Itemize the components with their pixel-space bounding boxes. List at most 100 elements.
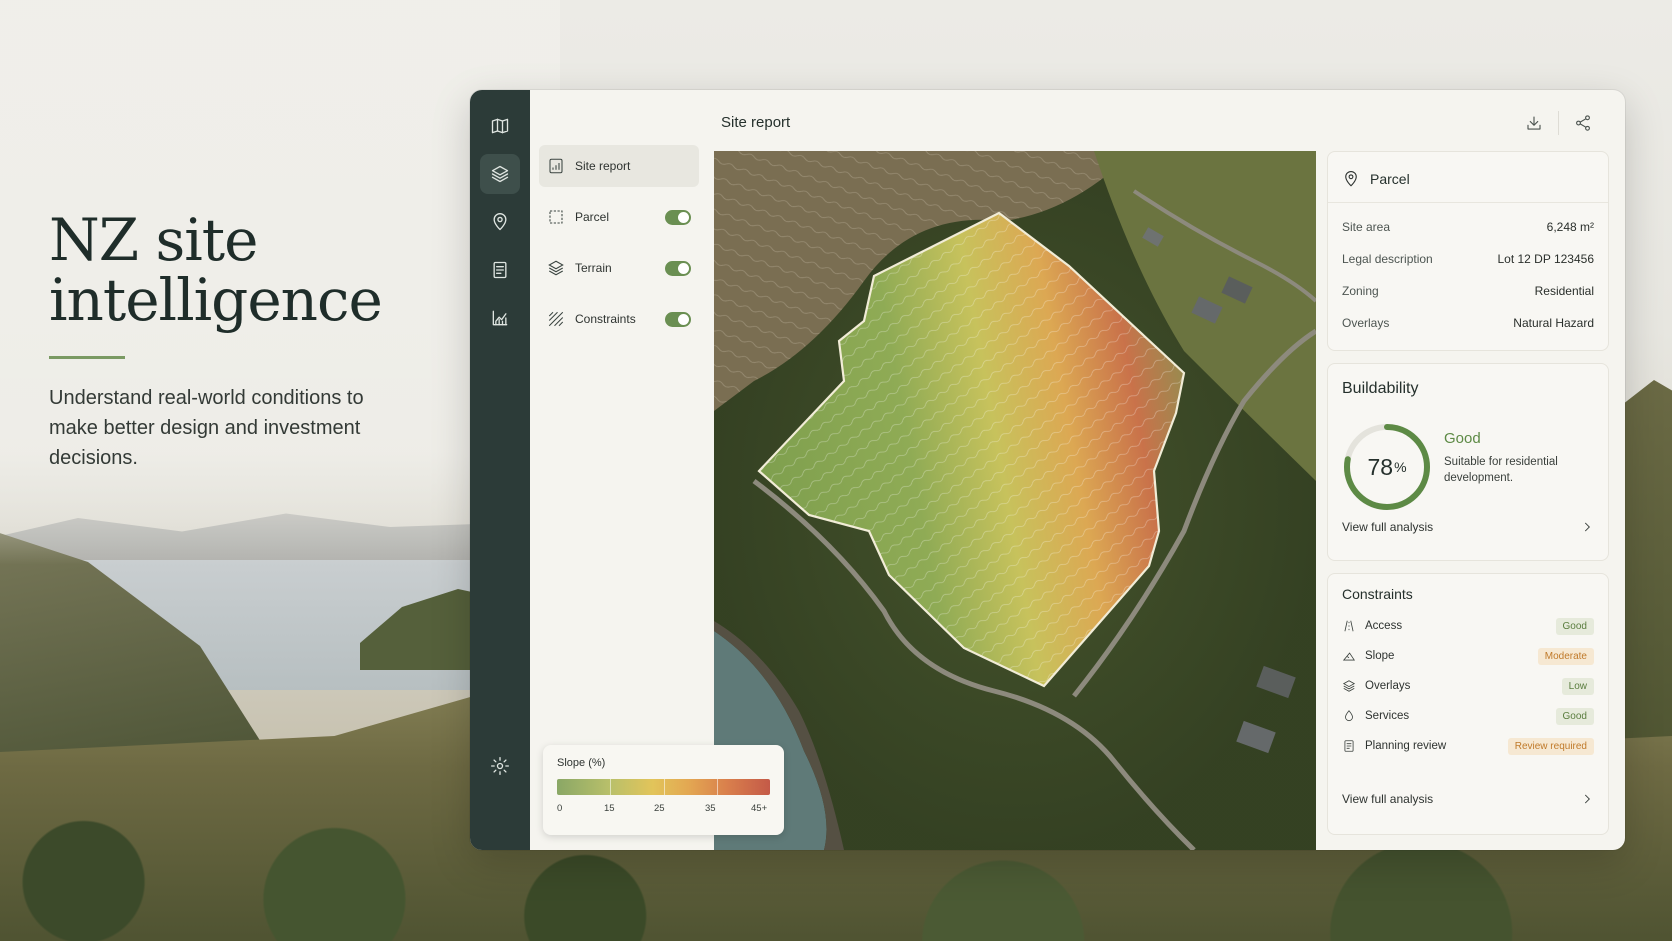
legend-tick: 0 (557, 803, 563, 814)
layer-site-report[interactable]: Site report (539, 145, 699, 187)
score-value: 78 (1367, 453, 1394, 480)
legend-tick: 35 (705, 803, 716, 814)
layers-icon (491, 165, 509, 183)
layer-terrain[interactable]: Terrain (539, 247, 699, 289)
report-nav-button[interactable] (480, 250, 520, 290)
legend-title: Slope (%) (557, 757, 606, 769)
hero-title: NZ site intelligence (49, 210, 389, 330)
location-nav-button[interactable] (480, 202, 520, 242)
layers-icon (1342, 680, 1356, 692)
road-icon (1344, 620, 1354, 632)
settings-icon (491, 757, 509, 775)
buildability-description: Suitable for residential development. (1444, 456, 1558, 484)
pin-icon (493, 213, 507, 231)
buildability-title: Buildability (1342, 380, 1419, 397)
legend-tick: 25 (654, 803, 665, 814)
layers-nav-button[interactable] (480, 154, 520, 194)
parcel-row-key: Zoning (1342, 284, 1379, 298)
constraint-label: Access (1365, 620, 1403, 632)
report-icon (549, 158, 563, 174)
parcel-row-key: Legal description (1342, 252, 1433, 266)
buildability-card: Buildability 78% Good Suitable for resid… (1327, 363, 1609, 561)
parcel-row-key: Site area (1342, 220, 1391, 234)
hero-title-line2: intelligence (49, 266, 383, 334)
link-label: View full analysis (1342, 520, 1434, 534)
site-map[interactable] (714, 151, 1316, 850)
layers-panel: Site report Parcel Terrain Constraints (530, 90, 708, 850)
map-icon (491, 118, 509, 134)
nav-rail (470, 90, 530, 850)
terrain-toggle[interactable] (665, 260, 691, 276)
parcel-row: Legal description Lot 12 DP 123456 (1328, 243, 1608, 275)
parcel-row-value: Lot 12 DP 123456 (1497, 252, 1594, 266)
constraint-row-slope[interactable]: Slope Moderate (1342, 644, 1594, 668)
download-icon (1527, 116, 1541, 130)
document-icon (1344, 740, 1354, 752)
terrain-icon (548, 260, 564, 276)
parcel-icon (549, 210, 563, 224)
buildability-status: Good (1444, 430, 1481, 447)
layer-label: Site report (575, 159, 631, 173)
settings-nav-button[interactable] (480, 746, 520, 786)
hero: NZ site intelligence Understand real-wor… (49, 210, 389, 473)
slope-legend: Slope (%) 0 15 25 35 45+ (543, 745, 784, 835)
chevron-right-icon (1584, 522, 1590, 532)
layer-label: Parcel (575, 210, 610, 224)
parcel-row: Zoning Residential (1328, 275, 1608, 307)
share-button[interactable] (1561, 108, 1605, 138)
parcel-row: Overlays Natural Hazard (1328, 307, 1608, 339)
layer-label: Terrain (575, 261, 612, 275)
topbar-actions (1512, 108, 1605, 138)
slope-icon (1342, 652, 1356, 661)
legend-tick: 15 (604, 803, 615, 814)
parcel-row: Site area 6,248 m² (1328, 211, 1608, 243)
drop-icon (1345, 710, 1353, 722)
constraint-row-access[interactable]: Access Good (1342, 614, 1594, 638)
share-icon (1576, 115, 1590, 131)
parcel-row-value: Natural Hazard (1513, 316, 1594, 330)
constraints-title: Constraints (1342, 586, 1413, 602)
chevron-right-icon (1584, 794, 1590, 804)
map-nav-button[interactable] (480, 106, 520, 146)
constraint-label: Planning review (1365, 740, 1447, 752)
constraints-card: Constraints Access Good Slope Moderate O… (1327, 573, 1609, 835)
parcel-row-key: Overlays (1342, 316, 1390, 330)
legend-tick: 45+ (751, 803, 768, 814)
score-unit: % (1394, 459, 1407, 475)
parcel-row-value: Residential (1534, 284, 1594, 298)
app-window: Site report Parcel Terrain Constraints S… (470, 90, 1625, 850)
download-button[interactable] (1512, 108, 1556, 138)
constraint-row-services[interactable]: Services Good (1342, 704, 1594, 728)
layer-constraints[interactable]: Constraints (539, 298, 699, 340)
parcel-card-title: Parcel (1370, 171, 1410, 187)
constraints-toggle[interactable] (665, 311, 691, 327)
hatch-icon (548, 311, 564, 327)
chart-icon (492, 310, 508, 326)
constraint-row-overlays[interactable]: Overlays Low (1342, 674, 1594, 698)
constraint-label: Slope (1365, 650, 1395, 662)
constraint-label: Services (1365, 710, 1410, 722)
parcel-row-value: 6,248 m² (1546, 220, 1594, 234)
constraint-label: Overlays (1365, 680, 1411, 692)
link-label: View full analysis (1342, 792, 1434, 806)
pin-icon (1345, 171, 1357, 187)
status-badge: Moderate (1537, 647, 1594, 665)
hero-divider (49, 356, 125, 359)
view-constraints-analysis-link[interactable]: View full analysis (1342, 792, 1594, 806)
parcel-toggle[interactable] (665, 209, 691, 225)
hero-subtitle: Understand real-world conditions to make… (49, 387, 364, 469)
status-badge: Good (1555, 617, 1594, 635)
status-badge: Low (1561, 677, 1594, 695)
analytics-nav-button[interactable] (480, 298, 520, 338)
buildability-score: 78% (1342, 422, 1432, 512)
parcel-card: Parcel Site area 6,248 m² Legal descripti… (1327, 151, 1609, 351)
parcel-card-header: Parcel (1328, 152, 1608, 203)
constraint-row-planning[interactable]: Planning review Review required (1342, 734, 1594, 758)
view-analysis-link[interactable]: View full analysis (1342, 520, 1594, 534)
document-icon (493, 261, 507, 279)
layer-parcel[interactable]: Parcel (539, 196, 699, 238)
legend-ticks: 0 15 25 35 45+ (557, 803, 770, 817)
aerial-map (714, 151, 1316, 850)
layer-label: Constraints (575, 312, 636, 326)
status-badge: Good (1555, 707, 1594, 725)
